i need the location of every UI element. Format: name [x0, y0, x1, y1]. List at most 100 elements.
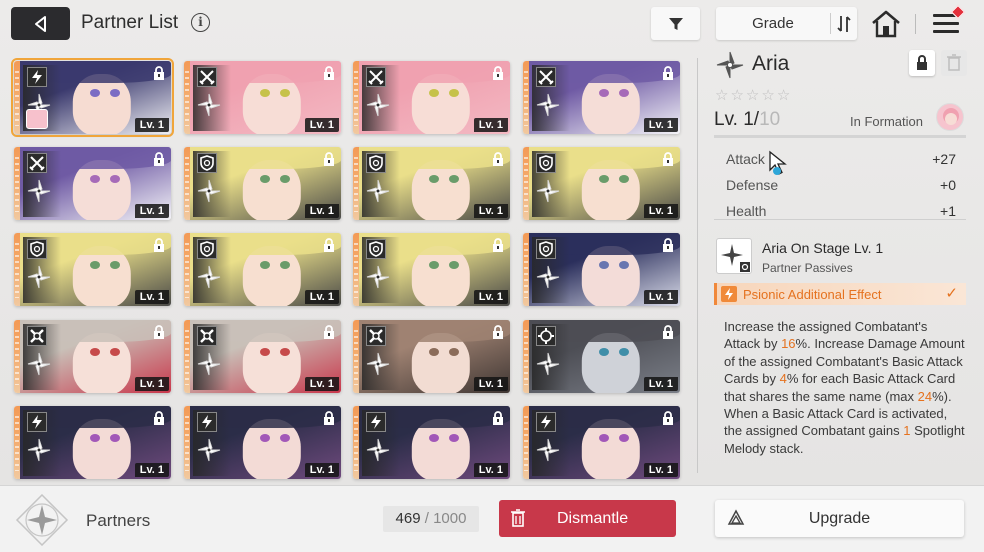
partner-card[interactable]: Lv. 1 [353, 320, 510, 393]
count-current: 469 [395, 510, 421, 527]
partner-card[interactable]: Lv. 1 [353, 61, 510, 134]
lock-icon[interactable] [492, 152, 504, 166]
card-level: Lv. 1 [134, 290, 169, 304]
partner-card[interactable]: Lv. 1 [353, 406, 510, 479]
shuriken-icon [26, 351, 52, 377]
card-level: Lv. 1 [473, 118, 508, 132]
card-level: Lv. 1 [643, 377, 678, 391]
partner-card[interactable]: Lv. 1 [11, 58, 174, 137]
panel-divider [697, 58, 698, 473]
shuriken-icon [196, 178, 222, 204]
lock-icon[interactable] [323, 238, 335, 252]
avatar-portrait-icon [943, 108, 959, 125]
card-level: Lv. 1 [643, 204, 678, 218]
partner-card[interactable]: Lv. 1 [184, 320, 341, 393]
info-icon[interactable]: i [191, 13, 210, 32]
lock-icon[interactable] [662, 152, 674, 166]
stat-attack: Attack +27 [726, 147, 956, 173]
passive-name: Aria On Stage Lv. 1 [762, 240, 884, 256]
lock-icon[interactable] [492, 411, 504, 425]
filter-icon [668, 17, 683, 30]
partner-card[interactable]: Lv. 1 [523, 406, 680, 479]
filter-button[interactable] [651, 7, 700, 40]
xp-bar [714, 135, 966, 138]
bolt-icon [721, 286, 737, 302]
upgrade-button[interactable]: Upgrade [715, 500, 964, 537]
card-level: Lv. 1 [134, 118, 169, 132]
partner-card[interactable]: Lv. 1 [353, 233, 510, 306]
partner-card[interactable]: Lv. 1 [14, 147, 171, 220]
lock-icon [917, 55, 927, 70]
partner-card[interactable]: Lv. 1 [184, 61, 341, 134]
partner-card[interactable]: Lv. 1 [184, 406, 341, 479]
dismantle-button[interactable]: Dismantle [499, 500, 676, 537]
star-icon: ☆ [776, 86, 791, 104]
trash-button[interactable] [941, 50, 967, 76]
bolt-type-icon [197, 412, 217, 432]
swords-type-icon [197, 67, 217, 87]
lock-icon[interactable] [153, 66, 165, 80]
cross-type-icon [366, 326, 386, 346]
lock-icon[interactable] [323, 325, 335, 339]
mouse-cursor-icon [769, 150, 787, 175]
sort-divider [830, 13, 831, 34]
lock-icon[interactable] [662, 325, 674, 339]
partner-card[interactable]: Lv. 1 [523, 233, 680, 306]
header-divider [915, 14, 916, 34]
sparkle-icon [721, 244, 750, 272]
shuriken-icon [365, 178, 391, 204]
home-icon[interactable] [870, 9, 902, 39]
lock-icon[interactable] [662, 238, 674, 252]
sort-order-icon[interactable] [835, 14, 853, 34]
lock-icon[interactable] [323, 66, 335, 80]
lock-icon[interactable] [492, 238, 504, 252]
partner-card[interactable]: Lv. 1 [14, 406, 171, 479]
partner-card[interactable]: Lv. 1 [523, 147, 680, 220]
psionic-effect-bar[interactable]: Psionic Additional Effect ✓ [714, 283, 966, 305]
shield-type-icon [536, 239, 556, 259]
lock-icon[interactable] [662, 411, 674, 425]
effect-label: Psionic Additional Effect [743, 287, 882, 302]
lock-icon[interactable] [153, 152, 165, 166]
sort-dropdown[interactable]: Grade [716, 7, 857, 40]
lock-icon[interactable] [323, 152, 335, 166]
lock-icon[interactable] [492, 325, 504, 339]
back-button[interactable] [11, 7, 70, 40]
partner-card[interactable]: Lv. 1 [184, 233, 341, 306]
level-display: Lv. 1/10 [714, 109, 780, 131]
card-level: Lv. 1 [134, 463, 169, 477]
shield-type-icon [536, 153, 556, 173]
partner-card[interactable]: Lv. 1 [184, 147, 341, 220]
partner-card[interactable]: Lv. 1 [523, 320, 680, 393]
footer-bar: Partners 469 / 1000 Dismantle Upgrade [0, 485, 984, 552]
shield-type-icon [27, 239, 47, 259]
star-icon: ☆ [715, 86, 729, 104]
lock-icon[interactable] [153, 411, 165, 425]
partner-card[interactable]: Lv. 1 [14, 320, 171, 393]
passive-skill-icon[interactable] [716, 238, 752, 274]
in-formation-label: In Formation [850, 114, 923, 129]
highlight-value: 24 [917, 388, 933, 404]
lock-icon[interactable] [153, 325, 165, 339]
partner-card[interactable]: Lv. 1 [14, 233, 171, 306]
lock-icon[interactable] [153, 238, 165, 252]
star-rating: ☆ ☆ ☆ ☆ ☆ [715, 86, 790, 104]
passive-description: Increase the assigned Combatant's Attack… [724, 318, 966, 477]
stat-value: +27 [932, 151, 956, 167]
lock-icon[interactable] [323, 411, 335, 425]
partner-card[interactable]: Lv. 1 [523, 61, 680, 134]
lock-icon[interactable] [492, 66, 504, 80]
partners-label: Partners [86, 511, 151, 530]
lock-button[interactable] [909, 50, 935, 76]
partner-card[interactable]: Lv. 1 [353, 147, 510, 220]
stat-value: +0 [940, 177, 956, 193]
shuriken-icon [535, 437, 561, 463]
shuriken-icon [535, 178, 561, 204]
card-level: Lv. 1 [473, 377, 508, 391]
dismantle-label: Dismantle [557, 510, 629, 527]
level-max: 10 [759, 109, 781, 130]
formation-avatar[interactable] [936, 103, 964, 131]
bolt-type-icon [27, 412, 47, 432]
lock-icon[interactable] [662, 66, 674, 80]
partner-count: 469 / 1000 [383, 506, 479, 532]
